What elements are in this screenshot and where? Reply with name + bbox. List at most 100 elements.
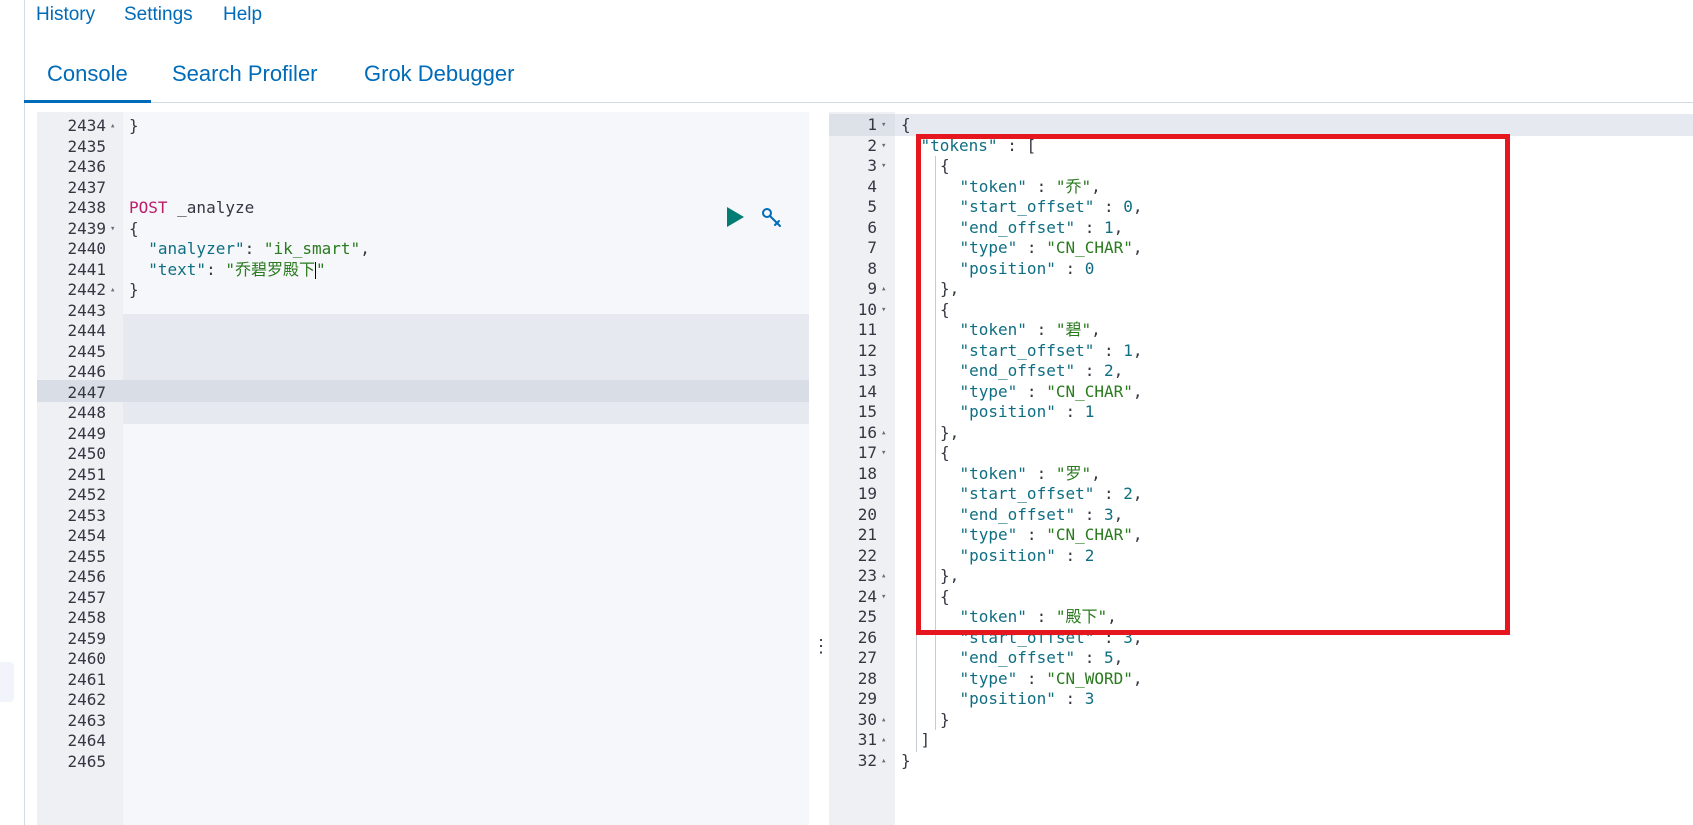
editor-line: 2437 [37, 177, 809, 199]
fold-toggle-icon[interactable]: ▾ [881, 299, 891, 321]
tab-console[interactable]: Console [24, 56, 151, 103]
line-number: 15 [857, 402, 877, 421]
line-number: 14 [857, 381, 877, 401]
editor-line: 2452 [37, 484, 809, 506]
json-punct: } [940, 709, 950, 729]
request-editor[interactable]: 2434 ▴} 2435 2436 2437 2438 POST _analyze 2439 ▾… [37, 112, 809, 825]
menu-help[interactable]: Help [223, 4, 262, 26]
line-number: 23 [857, 566, 877, 585]
fold-toggle-icon[interactable]: ▴ [881, 729, 891, 751]
line-number: 2434 [67, 116, 106, 135]
line-number: 26 [857, 627, 877, 647]
line-number: 12 [857, 340, 877, 360]
menu-settings[interactable]: Settings [124, 4, 193, 26]
json-key: "text" [129, 259, 207, 279]
fold-toggle-icon[interactable]: ▴ [881, 278, 891, 300]
fold-toggle-icon[interactable]: ▾ [881, 135, 891, 157]
editor-line: 2439 ▾ { [37, 218, 809, 240]
code-text: POST _analyze [129, 197, 254, 219]
editor-line: 2448 [37, 402, 809, 424]
json-key: "end_offset" [959, 648, 1076, 667]
play-icon[interactable] [724, 205, 746, 229]
output-line: 27 "end_offset" : 5, [829, 647, 1693, 669]
editor-line: 2443 [37, 300, 809, 322]
fold-toggle-icon[interactable]: ▴ [881, 709, 891, 731]
json-punct: : [244, 239, 264, 258]
request-path: _analyze [167, 198, 255, 217]
line-number: 2439 [67, 218, 106, 238]
line-number: 2 [867, 135, 877, 155]
json-punct: , [1132, 668, 1143, 688]
menu-history[interactable]: History [36, 4, 95, 26]
editor-line: 2447 [37, 382, 809, 404]
line-number: 2465 [67, 751, 106, 771]
dev-tools-tabs: Console Search Profiler Grok Debugger [24, 48, 1693, 103]
line-number: 2442 [67, 280, 106, 299]
code-text: { [129, 218, 139, 238]
output-line: 1 ▾ { [829, 114, 1693, 136]
editor-line: 2451 [37, 464, 809, 486]
json-string: "ik_smart" [263, 239, 361, 258]
editor-line: 2458 [37, 607, 809, 629]
editor-line: 2460 [37, 648, 809, 670]
line-number: 2464 [67, 731, 106, 750]
fold-toggle-icon[interactable]: ▾ [881, 114, 891, 136]
json-punct: , [1113, 648, 1124, 667]
tab-search-profiler[interactable]: Search Profiler [172, 56, 318, 100]
json-punct: , [360, 239, 370, 258]
fold-toggle-icon[interactable]: ▾ [110, 218, 120, 240]
line-number: 1 [867, 115, 877, 134]
fold-toggle-icon[interactable]: ▴ [881, 565, 891, 587]
line-number: 2441 [67, 259, 106, 279]
code-text: } [940, 709, 950, 731]
line-number: 13 [857, 361, 877, 380]
editor-line: 2463 [37, 710, 809, 732]
editor-line: 2461 [37, 669, 809, 691]
pane-resize-handle[interactable]: ⋮ [812, 636, 830, 656]
editor-line: 2444 [37, 320, 809, 342]
editor-line: 2446 [37, 361, 809, 383]
code-text: ] [921, 729, 931, 751]
line-number: 2450 [67, 444, 106, 463]
code-text: } [901, 750, 911, 772]
editor-line: 2456 [37, 566, 809, 588]
fold-toggle-icon[interactable]: ▴ [110, 279, 120, 301]
code-text: { [901, 114, 911, 136]
fold-toggle-icon[interactable]: ▾ [881, 155, 891, 177]
editor-line: 2453 [37, 505, 809, 527]
wrench-icon[interactable] [760, 206, 784, 230]
code-text: "text": "乔碧罗殿下" [129, 259, 326, 281]
line-number: 5 [867, 197, 877, 216]
code-text: } [129, 280, 139, 299]
line-number: 2443 [67, 300, 106, 320]
line-number: 2461 [67, 669, 106, 689]
line-number: 17 [857, 443, 877, 462]
editor-line: 2438 POST _analyze [37, 197, 809, 219]
line-number: 2435 [67, 136, 106, 156]
line-number: 8 [867, 258, 877, 278]
tab-grok-debugger[interactable]: Grok Debugger [364, 56, 514, 100]
code-text: "position" : 3 [960, 688, 1095, 710]
json-key: "type" [959, 668, 1018, 688]
json-punct: } [901, 750, 911, 770]
json-string: "CN_WORD" [1046, 668, 1133, 688]
line-number: 2458 [67, 608, 106, 627]
line-number: 29 [857, 689, 877, 708]
fold-toggle-icon[interactable]: ▴ [881, 422, 891, 444]
fold-toggle-icon[interactable]: ▾ [881, 586, 891, 608]
editor-line: 2457 [37, 587, 809, 609]
line-number: 11 [857, 320, 877, 339]
line-number: 2437 [67, 177, 106, 197]
fold-toggle-icon[interactable]: ▴ [881, 750, 891, 772]
fold-toggle-icon[interactable]: ▾ [881, 442, 891, 464]
line-number: 27 [857, 648, 877, 667]
line-number: 25 [857, 607, 877, 626]
line-number: 2448 [67, 403, 106, 422]
line-number: 2436 [67, 157, 106, 176]
line-number: 2447 [67, 382, 106, 402]
line-number: 2463 [67, 710, 106, 730]
line-number: 2454 [67, 526, 106, 545]
line-number: 10 [857, 299, 877, 319]
fold-toggle-icon[interactable]: ▴ [110, 115, 120, 137]
left-nav-selected-item[interactable] [0, 662, 14, 702]
